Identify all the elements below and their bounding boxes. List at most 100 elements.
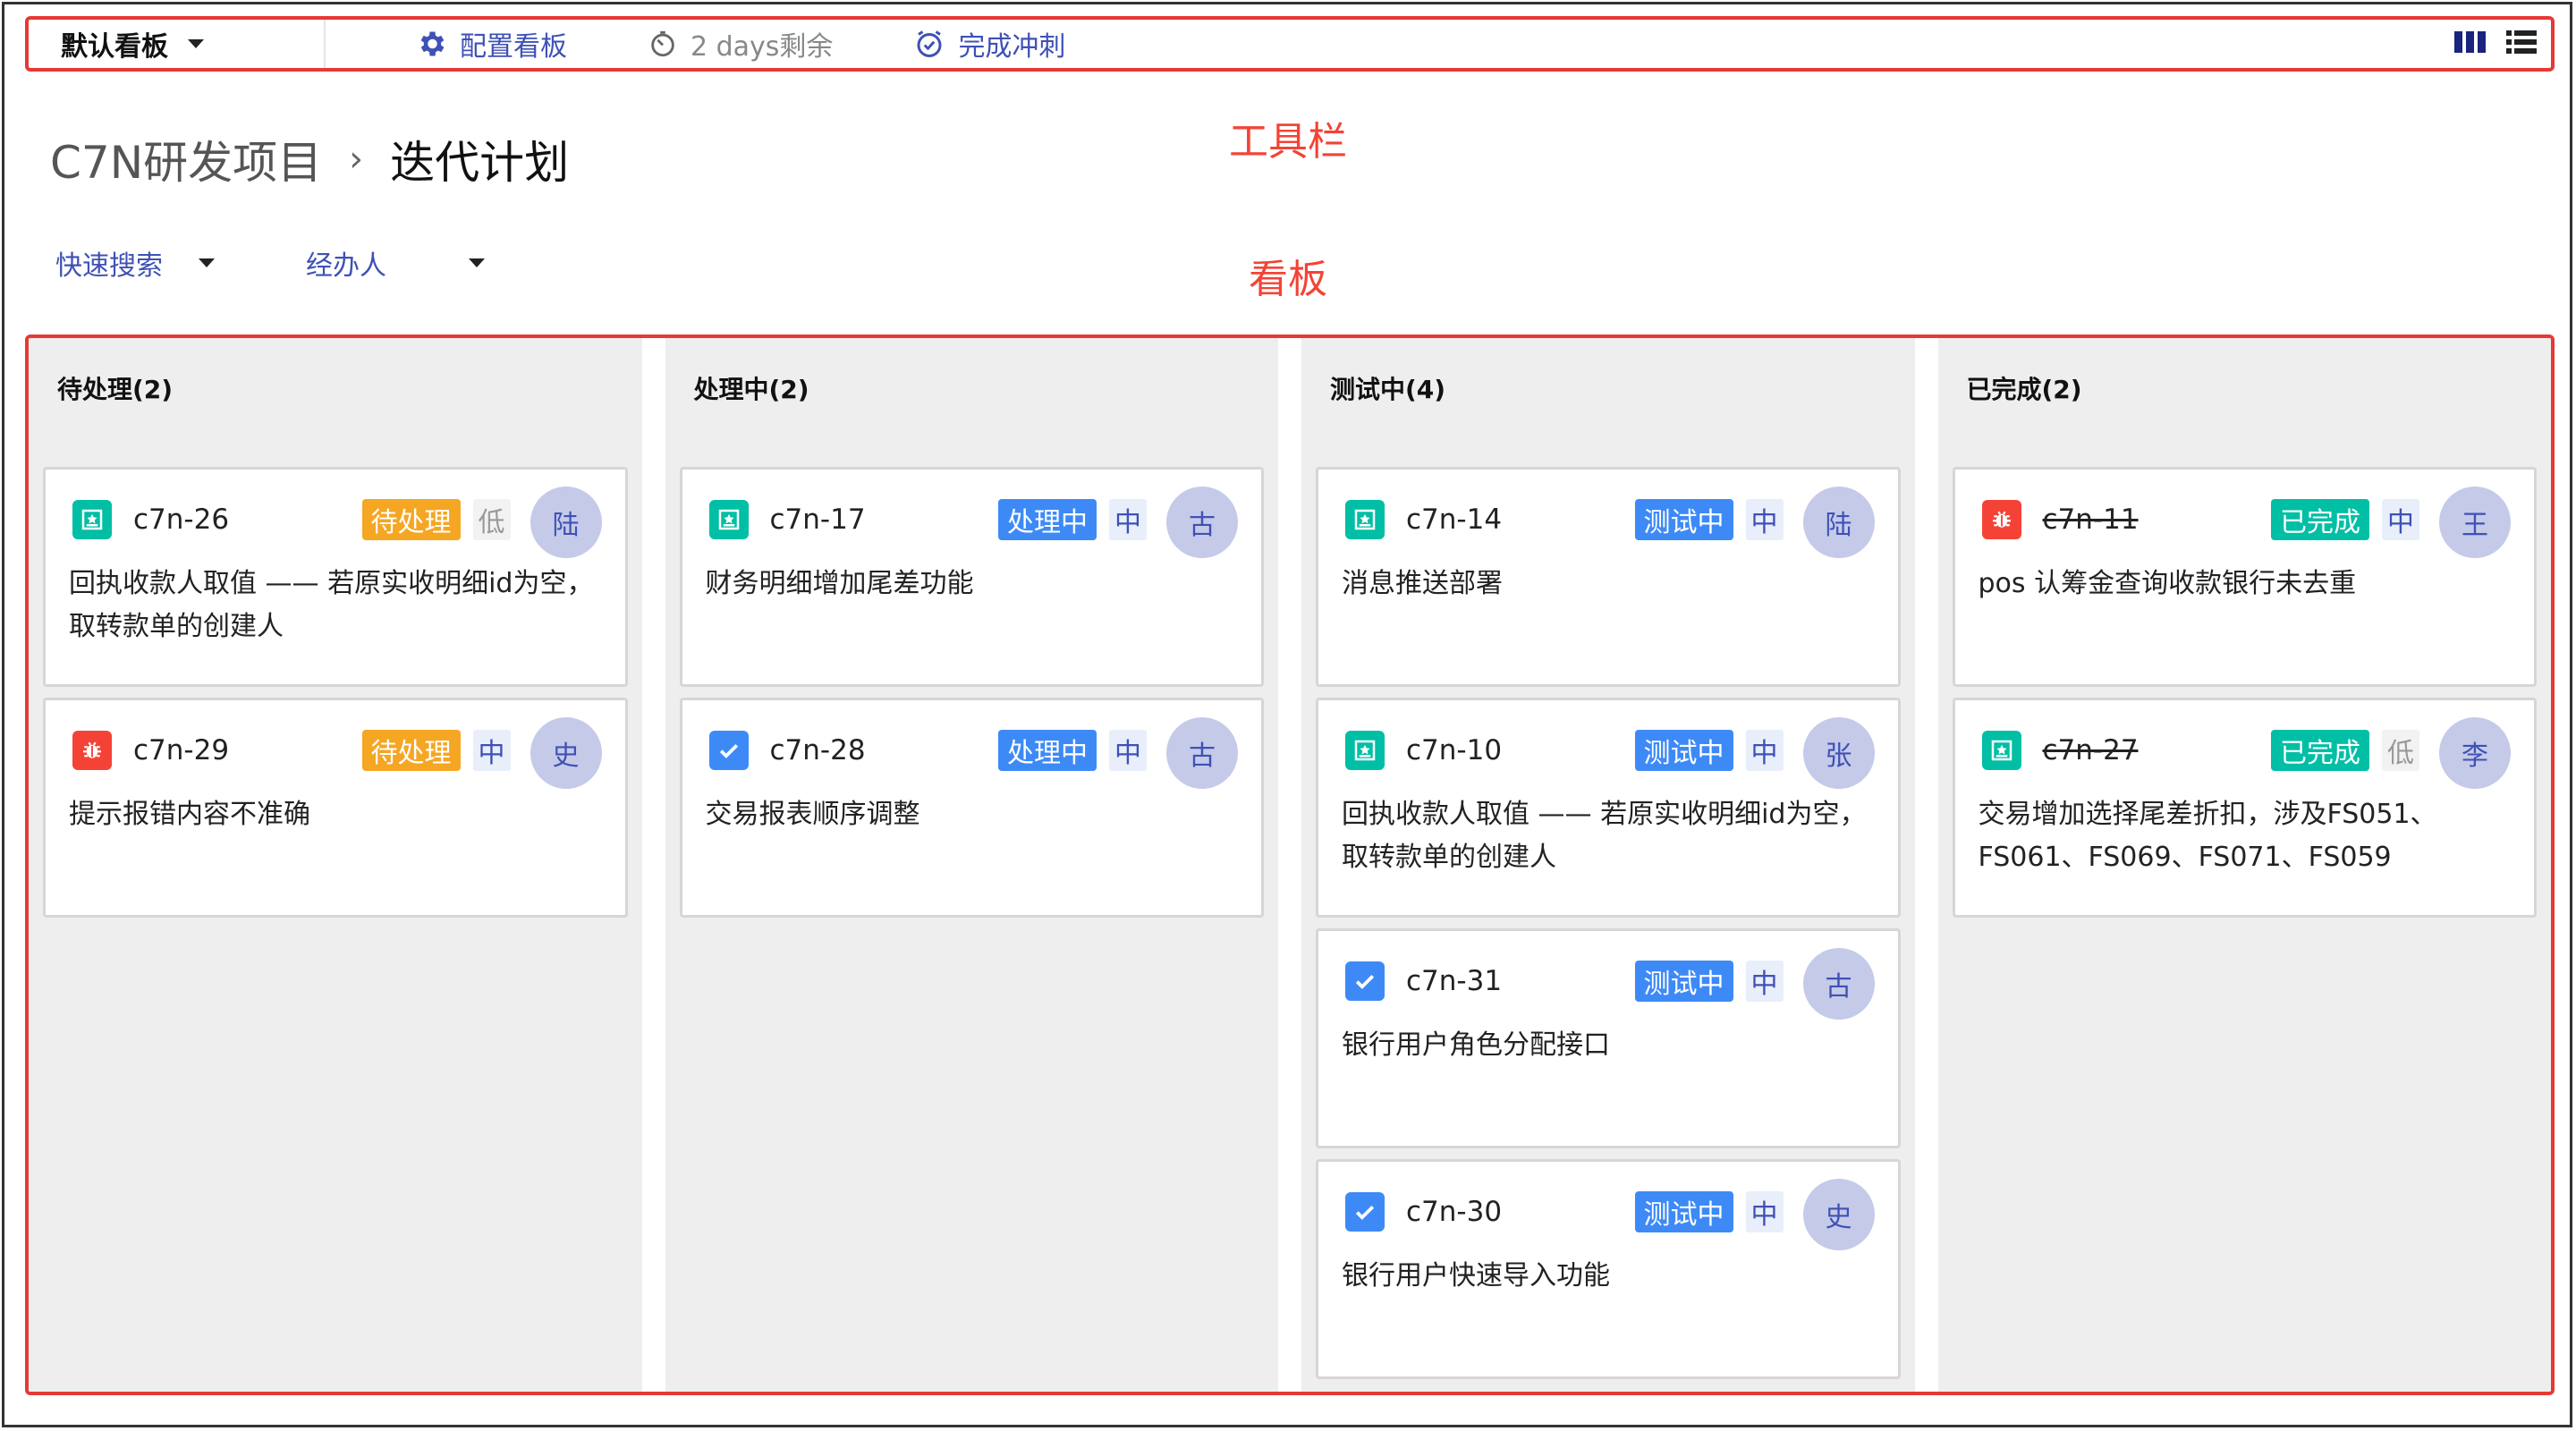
issue-key[interactable]: c7n-28	[770, 734, 866, 766]
priority-badge: 中	[472, 730, 511, 771]
issue-key[interactable]: c7n-14	[1406, 504, 1502, 536]
issue-summary: 银行用户角色分配接口	[1342, 1029, 1610, 1061]
story-icon	[1345, 731, 1385, 770]
task-check-icon	[1345, 1192, 1385, 1232]
status-badge: 测试中	[1634, 961, 1733, 1002]
board-column: 测试中(4) c7n-14 测试中 中 陆 消息推送部署 c7n-10 测试中 …	[1301, 338, 1915, 1392]
issue-key[interactable]: c7n-29	[133, 734, 229, 766]
priority-badge: 中	[1745, 499, 1784, 540]
issue-summary: pos 认筹金查询收款银行未去重	[1978, 568, 2357, 599]
status-badge: 处理中	[998, 730, 1097, 771]
complete-sprint-label: 完成冲刺	[958, 31, 1066, 63]
assignee-avatar: 古	[1802, 948, 1875, 1020]
column-title: 已完成(2)	[1966, 375, 2082, 404]
issue-summary: 交易增加选择尾差折扣，涉及FS051、FS061、FS069、FS071、FS0…	[1978, 799, 2437, 873]
complete-sprint-button[interactable]: 完成冲刺	[913, 24, 1065, 64]
filters-bar: 快速搜索 经办人	[55, 243, 556, 283]
status-badge: 已完成	[2271, 499, 2369, 540]
board-column: 处理中(2) c7n-17 处理中 中 古 财务明细增加尾差功能 c7n-28 …	[665, 338, 1278, 1392]
card-header: c7n-14 测试中 中 陆	[1342, 470, 1875, 570]
priority-badge: 中	[1109, 499, 1147, 540]
priority-badge: 中	[1745, 961, 1784, 1002]
status-badge: 已完成	[2271, 730, 2369, 771]
assignee-avatar: 陆	[1802, 487, 1875, 558]
issue-key[interactable]: c7n-31	[1406, 965, 1502, 997]
breadcrumb: C7N研发项目 › 迭代计划	[50, 127, 569, 191]
page-title: 迭代计划	[390, 137, 570, 189]
story-icon	[1345, 500, 1385, 539]
issue-key[interactable]: c7n-11	[2043, 504, 2139, 536]
column-title: 待处理(2)	[57, 375, 174, 404]
card-header: c7n-28 处理中 中 古	[706, 700, 1238, 800]
priority-badge: 低	[472, 499, 511, 540]
issue-summary: 提示报错内容不准确	[69, 799, 310, 830]
issue-summary: 银行用户快速导入功能	[1342, 1260, 1610, 1291]
issue-card[interactable]: c7n-26 待处理 低 陆 回执收款人取值 —— 若原实收明细id为空，取转款…	[43, 467, 628, 687]
assignee-avatar: 古	[1166, 717, 1238, 789]
card-header: c7n-17 处理中 中 古	[706, 470, 1238, 570]
status-badge: 待处理	[361, 499, 461, 540]
priority-badge: 中	[1109, 730, 1147, 771]
assignee-dropdown[interactable]: 经办人	[306, 243, 556, 283]
issue-key[interactable]: c7n-10	[1406, 734, 1502, 766]
caret-down-icon	[188, 39, 204, 48]
assignee-avatar: 陆	[530, 487, 602, 558]
configure-board-label: 配置看板	[460, 31, 567, 63]
issue-card[interactable]: c7n-10 测试中 中 张 回执收款人取值 —— 若原实收明细id为空，取转款…	[1316, 698, 1901, 918]
board-column: 已完成(2) c7n-11 已完成 中 王 pos 认筹金查询收款银行未去重 c…	[1937, 338, 2551, 1392]
issue-card[interactable]: c7n-17 处理中 中 古 财务明细增加尾差功能	[679, 467, 1264, 687]
issue-card[interactable]: c7n-30 测试中 中 史 银行用户快速导入功能	[1316, 1159, 1901, 1379]
card-header: c7n-31 测试中 中 古	[1342, 931, 1875, 1031]
issue-key[interactable]: c7n-27	[2043, 734, 2139, 766]
issue-card[interactable]: c7n-28 处理中 中 古 交易报表顺序调整	[679, 698, 1264, 918]
list-view-icon[interactable]	[2506, 29, 2537, 59]
timer-icon	[648, 29, 678, 59]
priority-badge: 中	[2382, 499, 2419, 540]
issue-key[interactable]: c7n-26	[133, 504, 229, 536]
status-badge: 测试中	[1634, 730, 1733, 771]
kanban-board: 待处理(2) c7n-26 待处理 低 陆 回执收款人取值 —— 若原实收明细i…	[25, 334, 2555, 1395]
configure-board-button[interactable]: 配置看板	[415, 24, 567, 64]
issue-summary: 财务明细增加尾差功能	[705, 568, 974, 599]
issue-card[interactable]: c7n-11 已完成 中 王 pos 认筹金查询收款银行未去重	[1952, 467, 2537, 687]
quick-search-dropdown[interactable]: 快速搜索	[55, 243, 306, 283]
remaining-days: 2 days剩余	[648, 24, 833, 64]
remaining-days-label: 2 days剩余	[691, 31, 834, 63]
story-icon	[708, 500, 749, 539]
assignee-label: 经办人	[306, 250, 386, 282]
issue-card[interactable]: c7n-31 测试中 中 古 银行用户角色分配接口	[1316, 928, 1901, 1148]
issue-card[interactable]: c7n-29 待处理 中 史 提示报错内容不准确	[43, 698, 628, 918]
assignee-avatar: 史	[530, 717, 602, 789]
assignee-avatar: 李	[2439, 717, 2511, 789]
toolbar: 默认看板 配置看板 2 days剩余 完成冲刺	[25, 16, 2555, 72]
issue-key[interactable]: c7n-17	[770, 504, 866, 536]
board-column: 待处理(2) c7n-26 待处理 低 陆 回执收款人取值 —— 若原实收明细i…	[29, 338, 642, 1392]
column-view-icon[interactable]	[2454, 30, 2487, 58]
assignee-avatar: 王	[2439, 487, 2511, 558]
breadcrumb-separator: ›	[349, 139, 364, 180]
task-check-icon	[708, 731, 749, 770]
issue-key[interactable]: c7n-30	[1406, 1196, 1502, 1228]
status-badge: 处理中	[998, 499, 1097, 540]
status-badge: 测试中	[1634, 499, 1733, 540]
card-header: c7n-29 待处理 中 史	[69, 700, 602, 800]
alarm-check-icon	[913, 28, 945, 60]
story-icon	[1981, 731, 2021, 770]
status-badge: 测试中	[1634, 1191, 1733, 1232]
assignee-avatar: 史	[1802, 1179, 1875, 1250]
board-select-dropdown[interactable]: 默认看板	[29, 20, 326, 68]
card-header: c7n-30 测试中 中 史	[1342, 1162, 1875, 1262]
breadcrumb-project[interactable]: C7N研发项目	[50, 127, 322, 191]
assignee-avatar: 张	[1802, 717, 1875, 789]
issue-card[interactable]: c7n-27 已完成 低 李 交易增加选择尾差折扣，涉及FS051、FS061、…	[1952, 698, 2537, 918]
caret-down-icon	[469, 258, 485, 267]
task-check-icon	[1345, 961, 1385, 1001]
issue-summary: 回执收款人取值 —— 若原实收明细id为空，取转款单的创建人	[69, 568, 594, 642]
issue-card[interactable]: c7n-14 测试中 中 陆 消息推送部署	[1316, 467, 1901, 687]
status-badge: 待处理	[361, 730, 461, 771]
card-header: c7n-11 已完成 中 王	[1979, 470, 2511, 570]
board-annotation: 看板	[1249, 257, 1327, 302]
quick-search-label: 快速搜索	[55, 250, 163, 282]
card-header: c7n-26 待处理 低 陆	[69, 470, 602, 570]
column-title: 测试中(4)	[1330, 375, 1446, 404]
